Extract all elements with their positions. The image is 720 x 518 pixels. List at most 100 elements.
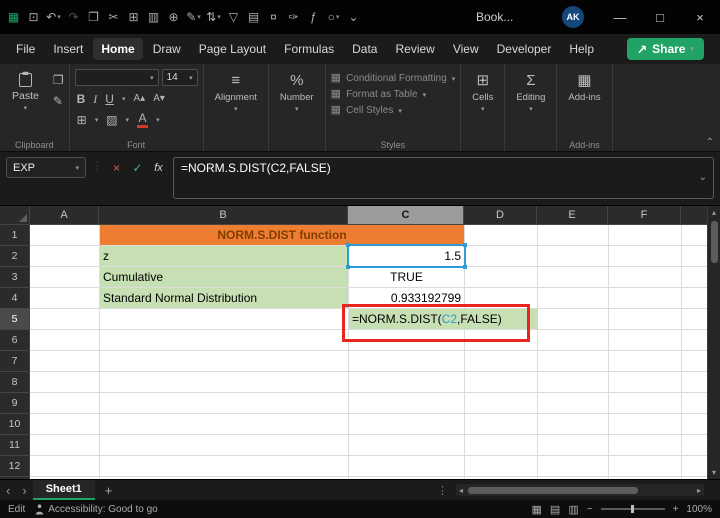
previous-sheet-icon[interactable]: ‹ <box>0 483 16 498</box>
cancel-button[interactable]: × <box>108 159 125 176</box>
qat-overflow-icon[interactable]: ⌄ <box>344 5 363 29</box>
accessibility-status[interactable]: Accessibility: Good to go <box>35 504 158 515</box>
draw-icon[interactable]: ✎ ▾ <box>184 5 203 29</box>
cells-button[interactable]: ⊞ Cells ▾ <box>466 69 499 117</box>
globe-icon[interactable]: ⊕ <box>164 5 183 29</box>
avatar[interactable]: AK <box>562 6 584 28</box>
editing-button[interactable]: Σ Editing ▾ <box>510 69 551 117</box>
column-header-c[interactable]: C <box>348 206 464 224</box>
addins-button[interactable]: ▦ Add-ins <box>562 69 606 107</box>
brush-icon[interactable]: ✑ <box>284 5 303 29</box>
cell-c3[interactable]: TRUE <box>349 267 464 287</box>
row-header-11[interactable]: 11 <box>0 435 29 456</box>
maximize-button[interactable]: □ <box>640 0 680 34</box>
column-header-b[interactable]: B <box>99 206 348 224</box>
cell-c2[interactable]: 1.5 <box>349 246 464 266</box>
row-header-9[interactable]: 9 <box>0 393 29 414</box>
document-title[interactable]: Book... <box>476 0 513 34</box>
zoom-slider[interactable] <box>600 505 665 513</box>
number-button[interactable]: % Number ▾ <box>274 69 320 117</box>
vertical-scroll-thumb[interactable] <box>710 221 718 263</box>
next-sheet-icon[interactable]: › <box>16 483 32 498</box>
scroll-down-icon[interactable]: ▾ <box>712 466 716 479</box>
increase-font-button[interactable]: A▴ <box>133 94 145 104</box>
font-color-button[interactable]: A <box>137 112 149 128</box>
function-icon[interactable]: ƒ <box>304 5 323 29</box>
save-icon[interactable]: ⊡ <box>24 5 43 29</box>
zoom-in-button[interactable]: + <box>673 504 679 515</box>
menu-tab-help[interactable]: Help <box>561 38 602 60</box>
cell-styles-button[interactable]: ▦ Cell Styles ▾ <box>331 105 456 117</box>
currency-icon[interactable]: ¤ <box>264 5 283 29</box>
borders-button[interactable]: ⊞ <box>77 114 87 126</box>
bold-button[interactable]: B <box>77 93 86 105</box>
row-header-3[interactable]: 3 <box>0 267 29 288</box>
expand-formula-bar-icon[interactable]: ⌄ <box>699 172 707 183</box>
zoom-level[interactable]: 100% <box>686 504 712 515</box>
row-header-6[interactable]: 6 <box>0 330 29 351</box>
copy-icon[interactable]: ❐ <box>53 74 64 86</box>
cell-b2[interactable]: z <box>100 246 348 266</box>
menu-tab-review[interactable]: Review <box>387 38 442 60</box>
cell-b4[interactable]: Standard Normal Distribution <box>100 288 348 308</box>
format-painter-icon[interactable]: ✎ <box>53 95 64 107</box>
format-as-table-button[interactable]: ▦ Format as Table ▾ <box>331 89 456 101</box>
horizontal-scroll-track[interactable] <box>466 484 694 496</box>
zoom-out-button[interactable]: − <box>587 504 593 515</box>
menu-tab-draw[interactable]: Draw <box>145 38 189 60</box>
add-sheet-button[interactable]: + <box>95 483 123 498</box>
menu-tab-view[interactable]: View <box>445 38 487 60</box>
scroll-right-icon[interactable]: ▸ <box>694 486 704 495</box>
row-header-1[interactable]: 1 <box>0 225 29 246</box>
redo-icon[interactable]: ↷ <box>64 5 83 29</box>
horizontal-scroll-thumb[interactable] <box>468 486 639 494</box>
table-icon[interactable]: ⊞ <box>124 5 143 29</box>
insert-function-button[interactable]: fx <box>150 159 167 176</box>
cell-b1-title[interactable]: NORM.S.DIST function <box>100 225 464 245</box>
column-header-a[interactable]: A <box>30 206 99 224</box>
conditional-formatting-button[interactable]: ▦ Conditional Formatting ▾ <box>331 73 456 85</box>
cut-icon[interactable]: ✂ <box>104 5 123 29</box>
sheet-tab-sheet1[interactable]: Sheet1 <box>32 480 95 500</box>
record-icon[interactable]: ○ ▾ <box>324 5 343 29</box>
column-header-f[interactable]: F <box>608 206 681 224</box>
undo-icon[interactable]: ↶ ▾ <box>44 5 63 29</box>
column-header-d[interactable]: D <box>464 206 537 224</box>
menu-tab-data[interactable]: Data <box>344 38 385 60</box>
scroll-left-icon[interactable]: ◂ <box>456 486 466 495</box>
font-size-select[interactable]: 14 ▾ <box>161 69 198 86</box>
vertical-scrollbar[interactable]: ▴ ▾ <box>707 206 720 479</box>
horizontal-scrollbar[interactable]: ◂ ▸ <box>456 484 704 496</box>
tab-bar-grip-icon[interactable]: ⋮ <box>429 484 456 497</box>
row-header-4[interactable]: 4 <box>0 288 29 309</box>
font-name-select[interactable]: ▾ <box>74 69 159 86</box>
column-header-e[interactable]: E <box>537 206 608 224</box>
page-layout-view-icon[interactable]: ▤ <box>550 503 560 516</box>
row-header-12[interactable]: 12 <box>0 456 29 477</box>
menu-tab-insert[interactable]: Insert <box>45 38 91 60</box>
underline-button[interactable]: U <box>105 93 114 105</box>
sort-icon[interactable]: ⇅ ▾ <box>204 5 223 29</box>
grid-body[interactable]: 1 2 3 4 5 6 7 8 9 10 11 12 NORM.S.DIST function z 1… <box>0 225 707 479</box>
row-header-2[interactable]: 2 <box>0 246 29 267</box>
grid-icon[interactable]: ▤ <box>244 5 263 29</box>
page-break-view-icon[interactable]: ▥ <box>568 503 578 516</box>
scroll-up-icon[interactable]: ▴ <box>712 206 716 219</box>
collapse-ribbon-icon[interactable]: ⌃ <box>706 137 714 148</box>
select-all-corner[interactable] <box>0 206 30 224</box>
formula-input[interactable]: =NORM.S.DIST(C2,FALSE) ⌄ <box>173 157 714 199</box>
row-header-7[interactable]: 7 <box>0 351 29 372</box>
row-header-5[interactable]: 5 <box>0 309 29 330</box>
copy-icon[interactable]: ❐ <box>84 5 103 29</box>
close-button[interactable]: × <box>680 0 720 34</box>
menu-tab-page-layout[interactable]: Page Layout <box>191 38 274 60</box>
menu-tab-formulas[interactable]: Formulas <box>276 38 342 60</box>
enter-button[interactable]: ✓ <box>129 159 146 176</box>
paste-button[interactable]: Paste ▾ <box>5 69 46 114</box>
menu-tab-developer[interactable]: Developer <box>489 38 560 60</box>
chart-icon[interactable]: ▥ <box>144 5 163 29</box>
zoom-slider-thumb[interactable] <box>630 505 634 513</box>
share-button[interactable]: ↗ Share ▾ <box>627 38 704 60</box>
cell-b3[interactable]: Cumulative <box>100 267 348 287</box>
minimize-button[interactable]: — <box>600 0 640 34</box>
